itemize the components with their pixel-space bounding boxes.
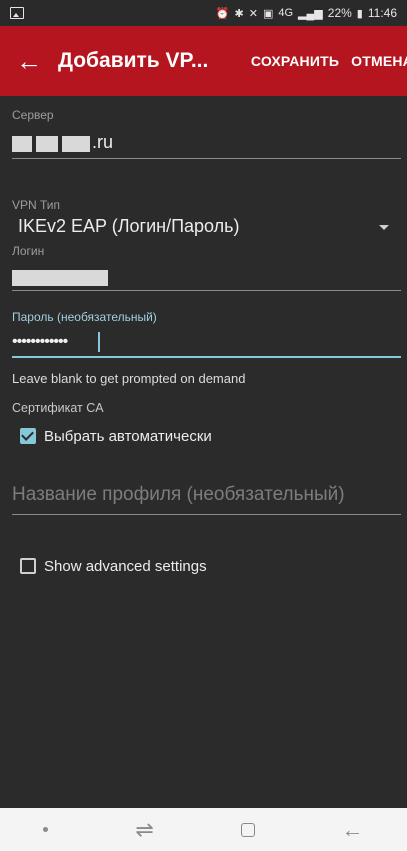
mute-icon: ✕ [248, 7, 258, 20]
login-underline [12, 290, 401, 291]
nfc-icon: ▣ [262, 7, 274, 20]
signal-icon: ▂▄▆ [298, 7, 323, 20]
ca-auto-checkbox-row[interactable]: Выбрать автоматически [0, 424, 407, 448]
dropdown-arrow-icon [379, 225, 389, 230]
app-bar-actions: СОХРАНИТЬ ОТМЕНА [251, 53, 407, 69]
alarm-icon: ⏰ [215, 7, 230, 20]
vpn-type-value: IKEv2 EAP (Логин/Пароль) [18, 216, 240, 236]
password-label: Пароль (необязательный) [12, 310, 157, 324]
cancel-button[interactable]: ОТМЕНА [351, 53, 407, 69]
bluetooth-icon: ✱ [234, 7, 244, 20]
network-type: 4G [278, 7, 294, 19]
advanced-settings-row[interactable]: Show advanced settings [0, 556, 407, 580]
server-field[interactable]: .ru [0, 126, 407, 158]
login-field[interactable] [0, 260, 407, 290]
password-field[interactable]: •••••••••••• [0, 328, 407, 356]
recent-apps-icon[interactable]: ⇌ [135, 818, 153, 841]
advanced-checkbox[interactable] [20, 558, 36, 574]
login-label: Логин [12, 244, 45, 258]
battery-percent: 22% [327, 6, 352, 20]
text-cursor [98, 332, 100, 352]
advanced-label: Show advanced settings [44, 558, 207, 575]
server-redacted-3 [62, 136, 90, 152]
back-arrow-icon[interactable]: ← [0, 26, 58, 96]
ca-auto-label: Выбрать автоматически [44, 428, 212, 445]
save-button[interactable]: СОХРАНИТЬ [251, 53, 339, 69]
nav-dot-icon [43, 827, 49, 832]
profile-name-field[interactable]: Название профиля (необязательный) [0, 482, 407, 512]
status-right: ⏰ ✱ ✕ ▣ 4G ▂▄▆ 22% ▮ 11:46 [216, 6, 397, 20]
image-notification-icon [10, 7, 24, 19]
server-redacted-2 [36, 136, 58, 152]
ca-cert-label: Сертификат CA [12, 401, 104, 415]
back-icon[interactable]: ← [342, 818, 364, 841]
server-underline [12, 158, 401, 159]
profile-name-underline [12, 514, 401, 515]
password-hint: Leave blank to get prompted on demand [12, 371, 246, 386]
server-redacted-1 [12, 136, 32, 152]
ca-auto-checkbox[interactable] [20, 428, 36, 444]
vpn-form: Сервер .ru VPN Тип IKEv2 EAP (Логин/Паро… [0, 96, 407, 808]
status-left [10, 7, 24, 19]
profile-name-placeholder: Название профиля (необязательный) [12, 484, 345, 505]
password-value: •••••••••••• [12, 333, 68, 350]
status-bar: ⏰ ✱ ✕ ▣ 4G ▂▄▆ 22% ▮ 11:46 [0, 0, 407, 26]
server-value: .ru [92, 132, 114, 152]
login-redacted [12, 270, 108, 286]
vpn-type-label: VPN Тип [12, 198, 61, 212]
vpn-type-dropdown[interactable]: IKEv2 EAP (Логин/Пароль) [0, 212, 407, 240]
page-title: Добавить VP... [58, 49, 209, 72]
server-label: Сервер [12, 108, 54, 122]
home-icon[interactable] [240, 822, 255, 837]
app-bar: ← Добавить VP... СОХРАНИТЬ ОТМЕНА [0, 26, 407, 96]
battery-icon: ▮ [356, 7, 363, 20]
clock: 11:46 [367, 6, 397, 20]
system-nav-bar: ⇌ ← [0, 808, 407, 851]
password-underline [12, 356, 401, 358]
